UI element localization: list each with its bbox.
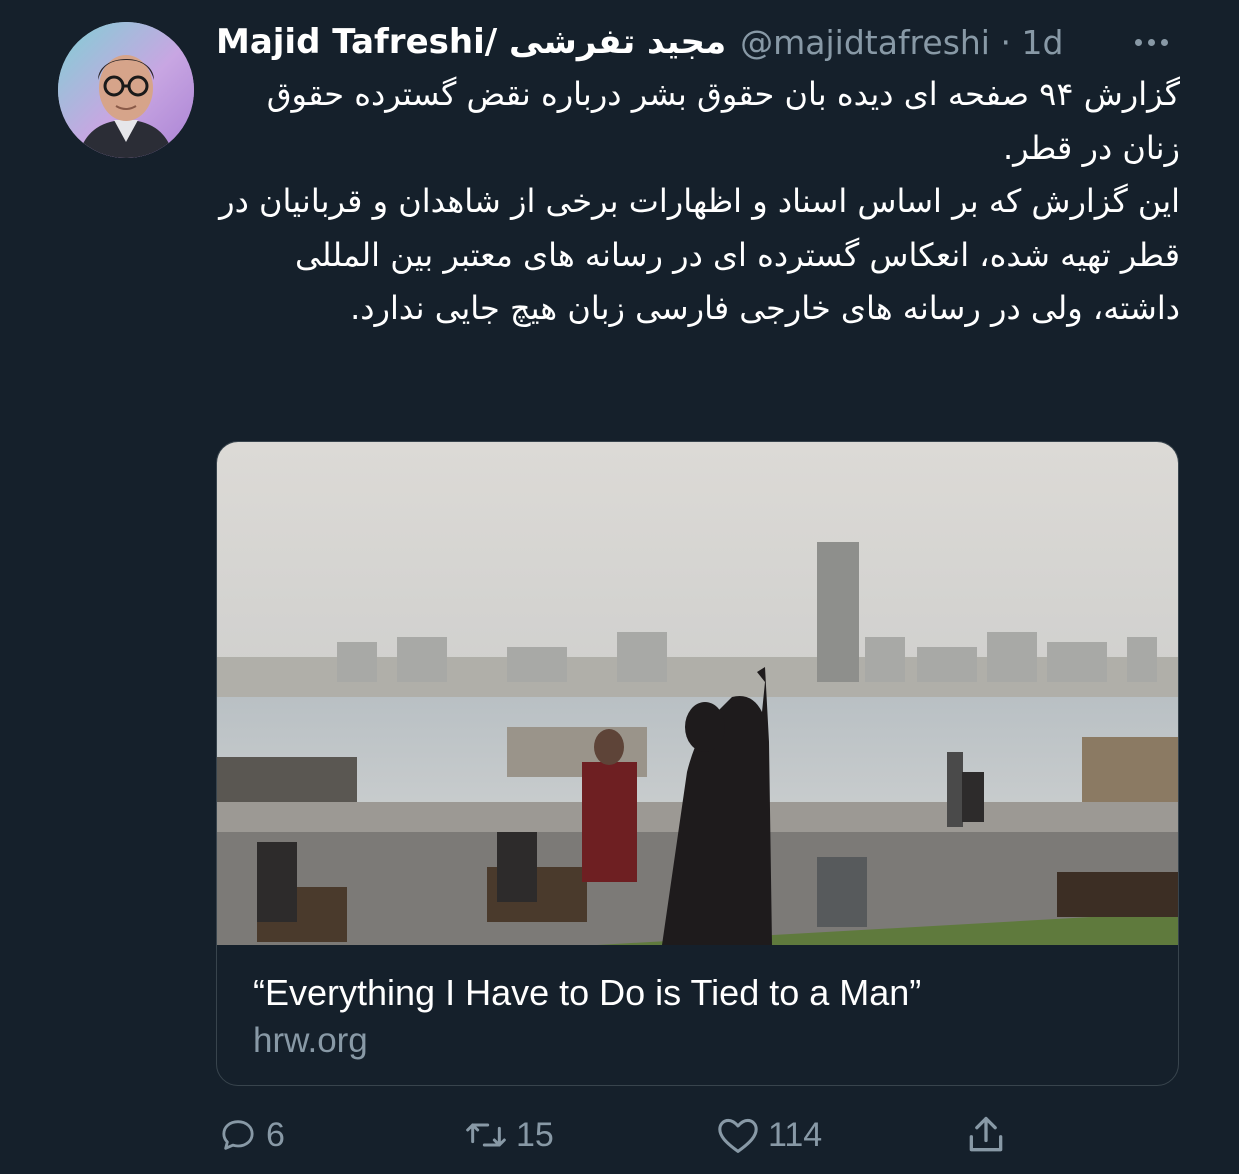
- share-button[interactable]: [964, 1110, 1008, 1160]
- tweet-header: Majid Tafreshi/ مجید تفرشی @majidtafresh…: [216, 20, 1176, 64]
- avatar-portrait: [58, 22, 194, 158]
- tweet-text: گزارش ۹۴ صفحه ای دیده بان حقوق بشر دربار…: [216, 68, 1180, 336]
- author-handle-and-timestamp[interactable]: @majidtafreshi · 1d: [740, 23, 1063, 62]
- like-button[interactable]: 114: [716, 1110, 822, 1160]
- share-icon: [964, 1113, 1008, 1157]
- reply-icon: [218, 1115, 258, 1155]
- link-card-title: “Everything I Have to Do is Tied to a Ma…: [253, 972, 922, 1013]
- link-preview-image: [217, 442, 1178, 945]
- retweet-count: 15: [516, 1115, 554, 1154]
- link-preview-card[interactable]: “Everything I Have to Do is Tied to a Ma…: [216, 441, 1179, 1086]
- reply-count: 6: [266, 1115, 285, 1154]
- author-avatar[interactable]: [58, 22, 194, 158]
- tweet-text-paragraph: این گزارش که بر اساس اسناد و اظهارات برخ…: [219, 182, 1180, 327]
- more-options-icon[interactable]: [1126, 22, 1176, 62]
- tweet-text-paragraph: گزارش ۹۴ صفحه ای دیده بان حقوق بشر دربار…: [266, 75, 1180, 167]
- retweet-icon: [464, 1115, 508, 1155]
- reply-button[interactable]: 6: [218, 1110, 285, 1160]
- author-name[interactable]: Majid Tafreshi/ مجید تفرشی: [216, 22, 726, 62]
- tweet-action-bar: 6 15 114: [216, 1110, 1180, 1160]
- link-card-domain: hrw.org: [253, 1021, 368, 1060]
- like-count: 114: [768, 1115, 823, 1154]
- heart-icon: [716, 1115, 760, 1155]
- retweet-button[interactable]: 15: [464, 1110, 554, 1160]
